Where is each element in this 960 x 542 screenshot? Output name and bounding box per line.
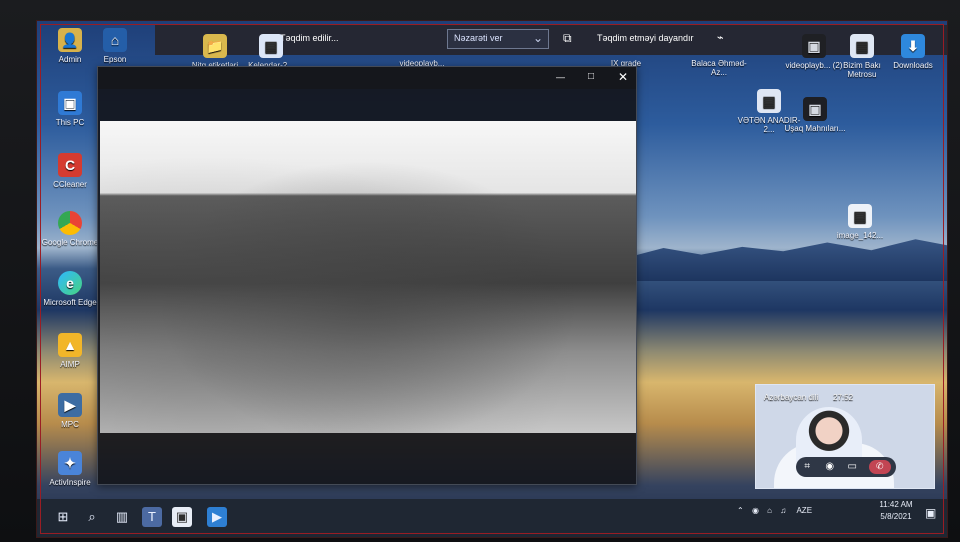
desktop-icon-nitq-etiketleri[interactable]: 📁 Nitq etiketləri — [183, 34, 247, 70]
document-icon: ▤ — [757, 89, 781, 113]
explorer-icon[interactable]: ▣ — [172, 507, 192, 527]
teams-icon[interactable]: T — [142, 507, 162, 527]
desktop-icon-usaq-mahnilari[interactable]: ▣ Uşaq Mahnıları... — [783, 97, 847, 133]
close-button[interactable]: ✕ — [618, 70, 628, 84]
desktop-icon-image-142[interactable]: ▤ image_142... — [828, 204, 892, 240]
video-file-icon: ▣ — [803, 97, 827, 121]
printer-icon: ⌂ — [103, 28, 127, 52]
meeting-time: 27:52 — [833, 393, 854, 402]
meeting-controls: ⌗ ◉ ▭ ✆ — [796, 457, 896, 477]
desktop-icon-label: This PC — [55, 118, 85, 127]
activinspire-icon: ✦ — [58, 451, 82, 475]
folder-icon: 📁 — [203, 34, 227, 58]
desktop-icon-label: AIMP — [60, 360, 80, 369]
desktop-icon-aimp[interactable]: ▲ AIMP — [37, 333, 105, 369]
meeting-popup[interactable]: Azərbaycan dili 27:52 ⌗ ◉ ▭ ✆ — [755, 384, 935, 489]
desktop-icon-label: Epson — [103, 55, 127, 64]
desktop-icon-label: Microsoft Edge — [43, 298, 97, 307]
maximize-button[interactable]: □ — [588, 71, 594, 82]
desktop-icon-label: image_142... — [836, 231, 884, 240]
desktop-icon-label: Balaca Əhməd-Az... — [691, 59, 747, 77]
notification-icon[interactable]: ▣ — [925, 506, 936, 520]
task-view-icon[interactable]: ▥ — [112, 507, 132, 527]
desktop-icon-ccleaner[interactable]: C CCleaner — [37, 153, 105, 189]
download-icon: ⬇ — [901, 34, 925, 58]
desktop-icon-label: Google Chrome — [41, 238, 99, 247]
clock-date: 5/8/2021 — [880, 512, 912, 521]
desktop-screen: Təqdim edilir... Nəzarəti ver ⧉ Təqdim e… — [36, 20, 948, 538]
desktop-icon-google-chrome[interactable]: Google Chrome — [37, 211, 105, 247]
user-folder-icon: 👤 — [58, 28, 82, 52]
desktop-icon-downloads[interactable]: ⬇ Downloads — [881, 34, 945, 70]
chrome-icon — [58, 211, 82, 235]
desktop-icon-mpc[interactable]: ▶ MPC — [37, 393, 105, 429]
screen-share-icon[interactable]: ⧉ — [563, 31, 572, 46]
desktop-icon-kelendar[interactable]: ▤ Kelendar-2... — [239, 34, 303, 70]
microphone-icon[interactable]: ◉ — [824, 461, 836, 473]
wallpaper-mountains — [632, 239, 947, 281]
desktop-icon-label: Downloads — [893, 61, 933, 70]
windows-start-icon[interactable]: ⊞ — [53, 507, 73, 527]
image-file-icon: ▤ — [848, 204, 872, 228]
microphone-icon[interactable]: ◉ — [752, 506, 759, 515]
document-icon: ▤ — [259, 34, 283, 58]
aimp-icon: ▲ — [58, 333, 82, 357]
tray-arrow-icon[interactable]: ⌃ — [737, 506, 744, 515]
desktop-icon-label: ActivInspire — [49, 478, 91, 487]
meeting-name: Azərbaycan dili — [764, 393, 819, 402]
pin-icon[interactable]: ⌁ — [717, 31, 724, 44]
ccleaner-icon: C — [58, 153, 82, 177]
desktop-icon-balaca-ahmad[interactable]: Balaca Əhməd-Az... — [687, 59, 751, 77]
media-player-icon: ▶ — [58, 393, 82, 417]
desktop-icon-label: CCleaner — [53, 180, 87, 189]
desktop-icon-this-pc[interactable]: ▣ This PC — [37, 91, 105, 127]
screen-share-icon[interactable]: ▭ — [846, 461, 858, 473]
volume-icon[interactable]: ♫ — [780, 506, 786, 515]
desktop-icon-microsoft-edge[interactable]: e Microsoft Edge — [37, 271, 105, 307]
network-icon[interactable]: ⌂ — [767, 506, 772, 515]
hang-up-button[interactable]: ✆ — [868, 460, 891, 474]
monitor-icon: ▣ — [58, 91, 82, 115]
desktop-icon-label: Uşaq Mahnıları... — [784, 124, 846, 133]
language-label[interactable]: AZE — [796, 506, 812, 515]
desktop-icon-label: MPC — [61, 420, 79, 429]
desktop-icon-activinspire[interactable]: ✦ ActivInspire — [37, 451, 105, 487]
clock-time: 11:42 AM — [879, 500, 913, 509]
edge-icon: e — [58, 271, 82, 295]
search-icon[interactable]: ⌕ — [82, 507, 102, 527]
desktop-icon-epson[interactable]: ⌂ Epson — [80, 28, 150, 64]
stop-presenting-button[interactable]: Təqdim etməyi dayandır — [597, 33, 694, 43]
media-window: — □ ✕ — [97, 66, 637, 485]
historical-photo — [100, 121, 636, 433]
image-file-icon: ▦ — [850, 34, 874, 58]
camera-icon[interactable]: ⌗ — [801, 461, 813, 473]
media-player-icon[interactable]: ▶ — [207, 507, 227, 527]
video-file-icon: ▣ — [802, 34, 826, 58]
minimize-button[interactable]: — — [556, 72, 565, 82]
control-dropdown[interactable]: Nəzarəti ver — [447, 29, 549, 49]
